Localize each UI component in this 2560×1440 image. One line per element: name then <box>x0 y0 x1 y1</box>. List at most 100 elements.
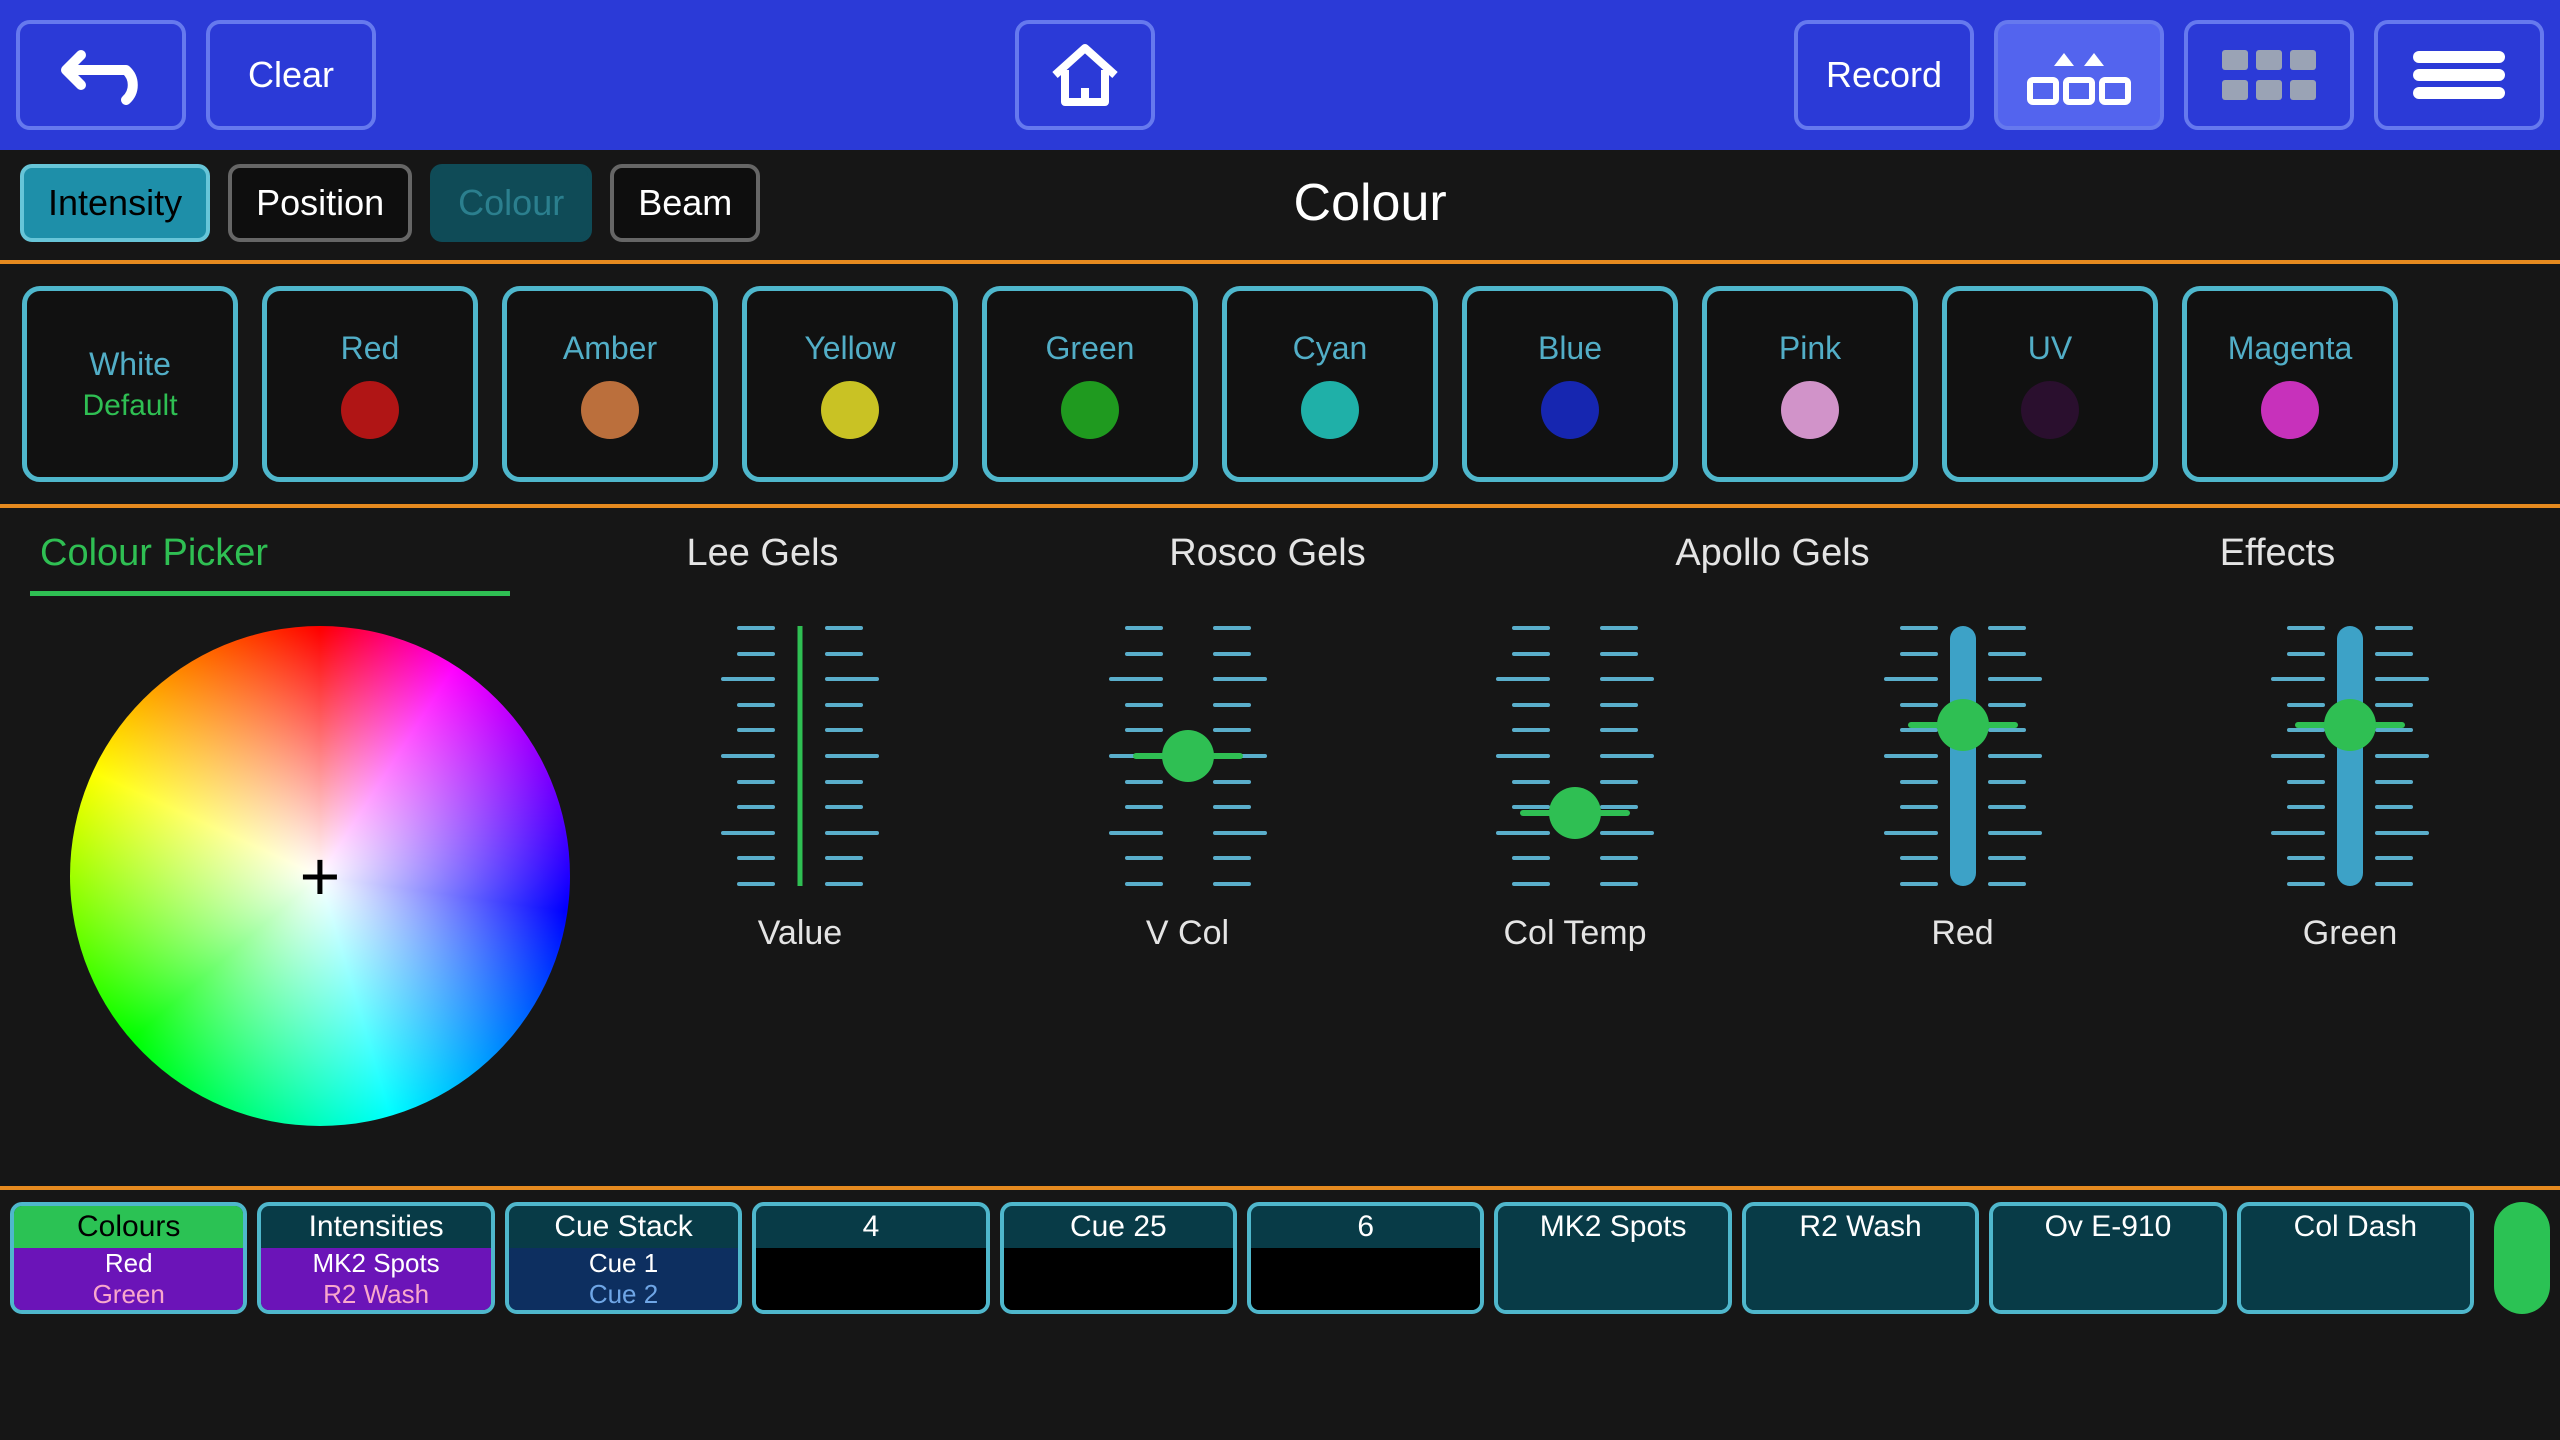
swatch-icon <box>2021 381 2079 439</box>
playback-head: R2 Wash <box>1746 1206 1975 1248</box>
playback-head: MK2 Spots <box>1498 1206 1727 1248</box>
swatch-icon <box>581 381 639 439</box>
playback-3[interactable]: Cue StackCue 1Cue 2 <box>505 1202 742 1314</box>
preset-sublabel: Default <box>82 389 177 423</box>
preset-green[interactable]: Green <box>982 286 1198 482</box>
page-title: Colour <box>778 173 1962 233</box>
slider-label: Green <box>2303 914 2398 953</box>
playback-5[interactable]: Cue 25 <box>1000 1202 1237 1314</box>
slider-thumb[interactable] <box>2324 699 2376 751</box>
preset-yellow[interactable]: Yellow <box>742 286 958 482</box>
tab-intensity[interactable]: Intensity <box>20 164 210 242</box>
record-button[interactable]: Record <box>1794 20 1974 130</box>
swatch-icon <box>341 381 399 439</box>
playback-head: 4 <box>756 1206 985 1248</box>
attribute-sliders: Value V Col Col Temp Red Green <box>630 626 2520 953</box>
slider-label: V Col <box>1146 914 1229 953</box>
swatch-icon <box>1781 381 1839 439</box>
layout-1-button[interactable] <box>1994 20 2164 130</box>
preset-uv[interactable]: UV <box>1942 286 2158 482</box>
swatch-icon <box>821 381 879 439</box>
playback-6[interactable]: 6 <box>1247 1202 1484 1314</box>
slider-col-temp[interactable]: Col Temp <box>1445 626 1705 953</box>
menu-icon <box>2409 45 2509 105</box>
preset-label: Blue <box>1538 330 1602 367</box>
playback-head: 6 <box>1251 1206 1480 1248</box>
slider-thumb[interactable] <box>1162 730 1214 782</box>
preset-cyan[interactable]: Cyan <box>1222 286 1438 482</box>
home-icon <box>1045 40 1125 110</box>
slider-label: Red <box>1931 914 1993 953</box>
playback-line: Cue 2 <box>589 1279 658 1310</box>
playback-2[interactable]: IntensitiesMK2 SpotsR2 Wash <box>257 1202 494 1314</box>
picker-tab-apollo-gels[interactable]: Apollo Gels <box>1520 532 2025 596</box>
back-button[interactable] <box>16 20 186 130</box>
swatch-icon <box>2261 381 2319 439</box>
top-header: Clear Record <box>0 0 2560 150</box>
picker-tab-effects[interactable]: Effects <box>2025 532 2530 596</box>
playback-9[interactable]: Ov E-910 <box>1989 1202 2226 1314</box>
go-button[interactable] <box>2494 1202 2550 1314</box>
playback-line: Red <box>93 1248 165 1279</box>
playback-4[interactable]: 4 <box>752 1202 989 1314</box>
preset-label: Magenta <box>2228 330 2353 367</box>
playback-8[interactable]: R2 Wash <box>1742 1202 1979 1314</box>
slider-label: Value <box>758 914 842 953</box>
home-button[interactable] <box>1015 20 1155 130</box>
playback-head: Cue Stack <box>509 1206 738 1248</box>
slider-v-col[interactable]: V Col <box>1058 626 1318 953</box>
playback-10[interactable]: Col Dash <box>2237 1202 2474 1314</box>
playback-row: ColoursRedGreenIntensitiesMK2 SpotsR2 Wa… <box>0 1186 2560 1326</box>
playback-head: Cue 25 <box>1004 1206 1233 1248</box>
picker-tab-rosco-gels[interactable]: Rosco Gels <box>1015 532 1520 596</box>
colour-wheel[interactable]: + <box>70 626 570 1126</box>
slider-label: Col Temp <box>1504 914 1647 953</box>
preset-red[interactable]: Red <box>262 286 478 482</box>
clear-label: Clear <box>248 54 334 96</box>
record-label: Record <box>1826 54 1942 96</box>
picker-body: + Value V Col Col Temp Red Green <box>0 596 2560 1186</box>
layout-2-button[interactable] <box>2184 20 2354 130</box>
preset-label: Green <box>1046 330 1135 367</box>
preset-label: Yellow <box>804 330 895 367</box>
swatch-icon <box>1541 381 1599 439</box>
clear-button[interactable]: Clear <box>206 20 376 130</box>
preset-label: UV <box>2028 330 2072 367</box>
slider-thumb[interactable] <box>1549 787 1601 839</box>
colour-presets: White Default Red Amber Yellow Green Cyan Blue P… <box>0 264 2560 504</box>
tab-position[interactable]: Position <box>228 164 412 242</box>
preset-label: Pink <box>1779 330 1841 367</box>
back-icon <box>51 45 151 105</box>
preset-label: Red <box>341 330 400 367</box>
playback-head: Colours <box>14 1206 243 1248</box>
playback-head: Col Dash <box>2241 1206 2470 1248</box>
picker-tab-colour-picker[interactable]: Colour Picker <box>30 532 510 596</box>
layout-1-icon <box>2024 40 2134 110</box>
picker-tab-lee-gels[interactable]: Lee Gels <box>510 532 1015 596</box>
playback-line: MK2 Spots <box>313 1248 440 1279</box>
menu-button[interactable] <box>2374 20 2544 130</box>
slider-green[interactable]: Green <box>2220 626 2480 953</box>
preset-white[interactable]: White Default <box>22 286 238 482</box>
playback-line: R2 Wash <box>313 1279 440 1310</box>
preset-magenta[interactable]: Magenta <box>2182 286 2398 482</box>
slider-thumb[interactable] <box>1937 699 1989 751</box>
grid-icon <box>2214 40 2324 110</box>
preset-label: White <box>89 346 171 383</box>
preset-amber[interactable]: Amber <box>502 286 718 482</box>
playback-line: Cue 1 <box>589 1248 658 1279</box>
playback-1[interactable]: ColoursRedGreen <box>10 1202 247 1314</box>
preset-label: Amber <box>563 330 657 367</box>
slider-red[interactable]: Red <box>1833 626 2093 953</box>
tab-colour[interactable]: Colour <box>430 164 592 242</box>
playback-head: Intensities <box>261 1206 490 1248</box>
playback-line: Green <box>93 1279 165 1310</box>
attribute-tabs: Intensity Position Colour Beam Colour <box>0 150 2560 260</box>
preset-blue[interactable]: Blue <box>1462 286 1678 482</box>
tab-beam[interactable]: Beam <box>610 164 760 242</box>
slider-value[interactable]: Value <box>670 626 930 953</box>
playback-7[interactable]: MK2 Spots <box>1494 1202 1731 1314</box>
swatch-icon <box>1301 381 1359 439</box>
preset-pink[interactable]: Pink <box>1702 286 1918 482</box>
preset-label: Cyan <box>1293 330 1368 367</box>
